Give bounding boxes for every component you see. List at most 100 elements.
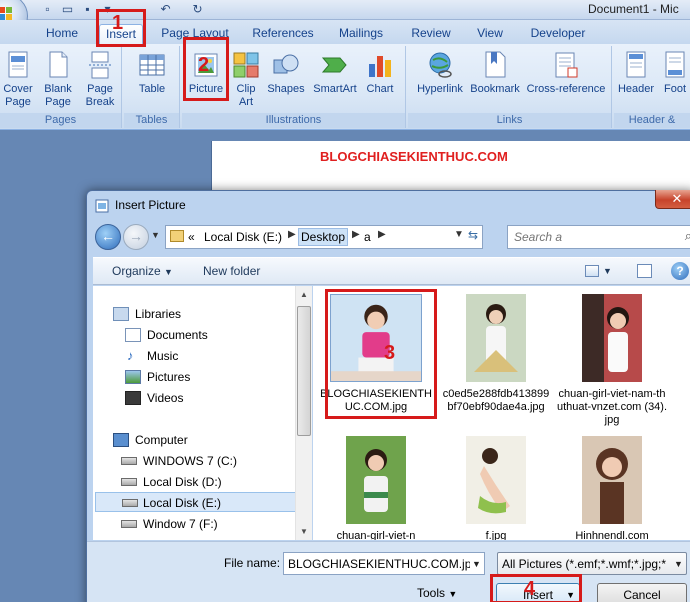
nav-drive-f[interactable]: Window 7 (F:) bbox=[121, 514, 218, 534]
tab-mailings[interactable]: Mailings bbox=[336, 24, 386, 44]
nav-drive-d[interactable]: Local Disk (D:) bbox=[121, 472, 222, 492]
blank-page-button[interactable]: Blank Page bbox=[40, 50, 76, 109]
nav-drive-c[interactable]: WINDOWS 7 (C:) bbox=[121, 451, 237, 471]
file-thumbnail[interactable]: f.jpg bbox=[441, 436, 551, 540]
cross-reference-label: Cross-reference bbox=[526, 83, 606, 95]
nav-music[interactable]: ♪ Music bbox=[125, 346, 178, 366]
organize-button[interactable]: Organize ▼ bbox=[112, 264, 173, 278]
redo-icon[interactable]: ↻ bbox=[190, 2, 205, 17]
scroll-down-icon[interactable]: ▼ bbox=[296, 523, 312, 540]
documents-icon bbox=[125, 328, 141, 342]
navigation-pane: Libraries Documents ♪ Music Pictures Vid… bbox=[93, 286, 301, 540]
address-dropdown-icon[interactable]: ▼ bbox=[454, 229, 464, 240]
save-icon[interactable]: ▪ bbox=[80, 2, 95, 17]
annotation-box-insert-button bbox=[490, 574, 582, 602]
breadcrumb-chevron-icon[interactable]: ▶ bbox=[378, 229, 386, 240]
breadcrumb[interactable]: « Local Disk (E:) ▶ Desktop ▶ a ▶ ▼ ⇆ bbox=[165, 225, 483, 249]
file-thumbnail[interactable]: chuan-girl-viet-nam-thuthuat-vnzet.com (… bbox=[557, 294, 667, 427]
address-bar: ← → ▼ « Local Disk (E:) ▶ Desktop ▶ a ▶ … bbox=[93, 221, 690, 253]
navigation-scrollbar[interactable]: ▲ ▼ bbox=[295, 286, 312, 540]
drive-icon bbox=[121, 520, 137, 528]
nav-computer[interactable]: Computer bbox=[113, 430, 188, 450]
scroll-up-icon[interactable]: ▲ bbox=[296, 286, 312, 303]
new-document-icon[interactable]: ▫ bbox=[40, 2, 55, 17]
nav-drive-e[interactable]: Local Disk (E:) bbox=[95, 492, 299, 512]
views-icon[interactable] bbox=[585, 265, 599, 277]
file-name-dropdown-icon[interactable]: ▼ bbox=[472, 559, 481, 569]
tab-developer[interactable]: Developer bbox=[530, 24, 586, 44]
footer-icon bbox=[660, 50, 690, 80]
chart-button[interactable]: Chart bbox=[362, 50, 398, 96]
preview-pane-icon[interactable] bbox=[637, 264, 652, 278]
file-image bbox=[582, 436, 642, 524]
blank-page-label-2: Page bbox=[45, 96, 71, 108]
file-image bbox=[346, 436, 406, 524]
help-icon[interactable]: ? bbox=[671, 262, 689, 280]
ribbon-group-tables: Table Tables bbox=[124, 46, 180, 128]
computer-icon bbox=[113, 433, 129, 447]
cover-page-button[interactable]: Cover Page bbox=[0, 50, 38, 109]
cancel-button[interactable]: Cancel bbox=[597, 583, 687, 602]
tab-home[interactable]: Home bbox=[44, 24, 80, 44]
scroll-thumb[interactable] bbox=[297, 306, 311, 436]
office-logo-icon bbox=[0, 7, 13, 21]
annotation-number-4: 4 bbox=[524, 578, 536, 600]
file-thumbnail[interactable]: chuan-girl-viet-n bbox=[321, 436, 431, 540]
tools-button[interactable]: Tools ▼ bbox=[417, 586, 457, 600]
back-button[interactable]: ← bbox=[95, 224, 121, 250]
nav-pictures-label: Pictures bbox=[147, 370, 191, 384]
tab-references[interactable]: References bbox=[252, 24, 314, 44]
nav-libraries-label: Libraries bbox=[135, 307, 182, 321]
breadcrumb-overflow[interactable]: « bbox=[188, 230, 195, 244]
hyperlink-button[interactable]: Hyperlink bbox=[412, 50, 468, 96]
views-dropdown-icon[interactable]: ▼ bbox=[603, 266, 612, 276]
libraries-icon bbox=[113, 307, 129, 321]
breadcrumb-local-disk-e[interactable]: Local Disk (E:) bbox=[204, 230, 282, 244]
recent-pages-dropdown-icon[interactable]: ▼ bbox=[151, 230, 160, 240]
nav-pictures[interactable]: Pictures bbox=[125, 367, 190, 387]
clip-art-label-2: Art bbox=[238, 96, 254, 108]
nav-videos[interactable]: Videos bbox=[125, 388, 183, 408]
tools-label: Tools bbox=[417, 586, 446, 600]
tab-view[interactable]: View bbox=[474, 24, 506, 44]
search-input[interactable] bbox=[508, 226, 688, 248]
smartart-icon bbox=[320, 50, 350, 80]
tools-dropdown-icon: ▼ bbox=[448, 589, 458, 599]
file-type-filter[interactable]: All Pictures (*.emf;*.wmf;*.jpg;* ▼ bbox=[497, 552, 687, 575]
page-break-button[interactable]: Page Break bbox=[80, 50, 120, 109]
nav-documents[interactable]: Documents bbox=[125, 325, 208, 345]
dialog-title: Insert Picture bbox=[115, 198, 186, 212]
breadcrumb-a[interactable]: a bbox=[364, 230, 371, 244]
file-thumbnail[interactable]: Hinhnendl.com bbox=[557, 436, 667, 540]
header-button[interactable]: Header bbox=[616, 50, 656, 96]
group-label-tables: Tables bbox=[124, 113, 179, 128]
file-name: f.jpg bbox=[485, 530, 507, 540]
footer-button[interactable]: Foot bbox=[658, 50, 690, 96]
pictures-icon bbox=[125, 370, 141, 384]
close-button[interactable]: ✕ bbox=[655, 190, 690, 209]
bookmark-button[interactable]: Bookmark bbox=[468, 50, 522, 96]
tab-review[interactable]: Review bbox=[410, 24, 452, 44]
forward-arrow-icon: → bbox=[129, 228, 143, 244]
file-image bbox=[582, 294, 642, 382]
file-name-input[interactable] bbox=[284, 553, 470, 574]
new-folder-button[interactable]: New folder bbox=[203, 264, 260, 278]
open-folder-icon[interactable]: ▭ bbox=[60, 2, 75, 17]
refresh-icon[interactable]: ⇆ bbox=[468, 228, 482, 246]
command-bar: Organize ▼ New folder ▼ ? bbox=[93, 257, 690, 285]
smartart-button[interactable]: SmartArt bbox=[310, 50, 360, 96]
file-name: chuan-girl-viet-nam-thuthuat-vnzet.com (… bbox=[556, 388, 668, 426]
breadcrumb-chevron-icon[interactable]: ▶ bbox=[352, 229, 360, 240]
clip-art-button[interactable]: Clip Art bbox=[230, 50, 262, 109]
page-break-label-1: Page bbox=[87, 83, 113, 95]
breadcrumb-desktop[interactable]: Desktop bbox=[298, 228, 349, 246]
breadcrumb-chevron-icon[interactable]: ▶ bbox=[288, 229, 296, 240]
cross-reference-button[interactable]: Cross-reference bbox=[524, 50, 608, 96]
undo-icon[interactable]: ↶ bbox=[158, 2, 173, 17]
forward-button[interactable]: → bbox=[123, 224, 149, 250]
nav-libraries[interactable]: Libraries bbox=[113, 304, 181, 324]
table-button[interactable]: Table bbox=[132, 50, 172, 96]
search-icon[interactable]: ⌕ bbox=[685, 228, 690, 244]
shapes-button[interactable]: Shapes bbox=[266, 50, 306, 96]
file-thumbnail[interactable]: c0ed5e288fdb413899bf70ebf90dae4a.jpg bbox=[441, 294, 551, 414]
